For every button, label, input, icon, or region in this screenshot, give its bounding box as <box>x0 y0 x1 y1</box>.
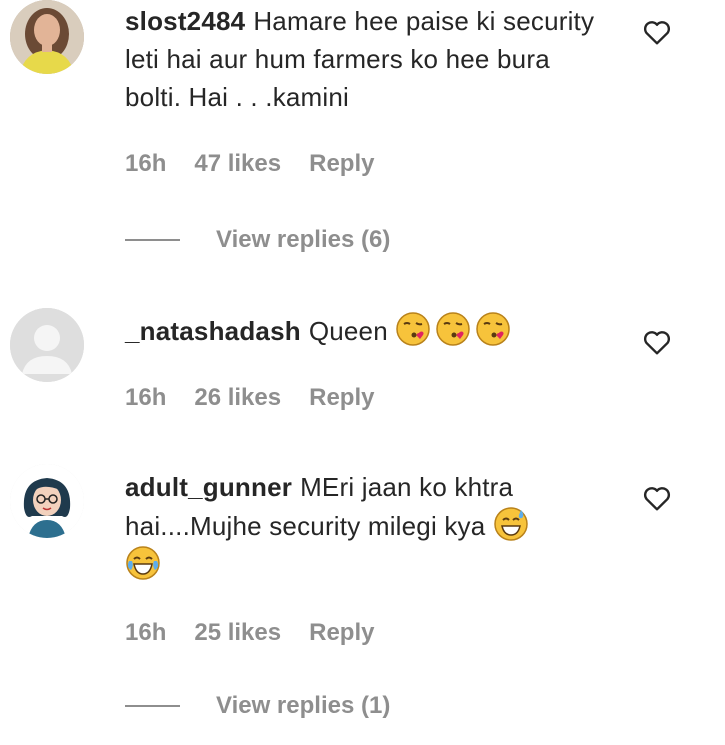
reply-button[interactable]: Reply <box>309 384 374 412</box>
reply-button[interactable]: Reply <box>309 150 374 178</box>
comment-likes[interactable]: 26 likes <box>194 384 281 412</box>
comment-meta: 16h 25 likes Reply <box>125 619 374 647</box>
reply-button[interactable]: Reply <box>309 619 374 647</box>
view-replies-button[interactable]: View replies (6) <box>125 226 390 254</box>
avatar[interactable] <box>10 464 84 538</box>
heart-outline-icon[interactable] <box>641 482 673 514</box>
comment-meta: 16h 47 likes Reply <box>125 150 374 178</box>
divider-line <box>125 239 180 241</box>
comment-text: adult_gunner MEri jaan ko khtra hai....Mu… <box>125 468 605 584</box>
comment-time: 16h <box>125 619 167 646</box>
face-blowing-kiss-icon <box>395 311 431 347</box>
view-replies-button[interactable]: View replies (1) <box>125 692 390 720</box>
avatar[interactable] <box>10 308 84 382</box>
face-blowing-kiss-icon <box>475 311 511 347</box>
grinning-face-with-sweat-icon <box>493 506 529 542</box>
comment-text: slost2484 Hamare hee paise ki security le… <box>125 2 605 116</box>
comment-username[interactable]: _natashadash <box>125 316 301 346</box>
comment-body: Queen <box>308 316 388 346</box>
comment-likes[interactable]: 25 likes <box>194 619 281 647</box>
comment-time: 16h <box>125 150 167 177</box>
comment-likes[interactable]: 47 likes <box>194 150 281 178</box>
comment-username[interactable]: slost2484 <box>125 6 245 36</box>
divider-line <box>125 705 180 707</box>
avatar[interactable] <box>10 0 84 74</box>
heart-outline-icon[interactable] <box>641 326 673 358</box>
heart-outline-icon[interactable] <box>641 16 673 48</box>
comment-time: 16h <box>125 384 167 411</box>
face-blowing-kiss-icon <box>435 311 471 347</box>
view-replies-label: View replies (6) <box>216 226 391 253</box>
comment-meta: 16h 26 likes Reply <box>125 384 374 412</box>
comment-text: _natashadash Queen <box>125 311 605 350</box>
face-with-tears-of-joy-icon <box>125 545 161 581</box>
view-replies-label: View replies (1) <box>216 692 391 719</box>
comment-username[interactable]: adult_gunner <box>125 472 292 502</box>
